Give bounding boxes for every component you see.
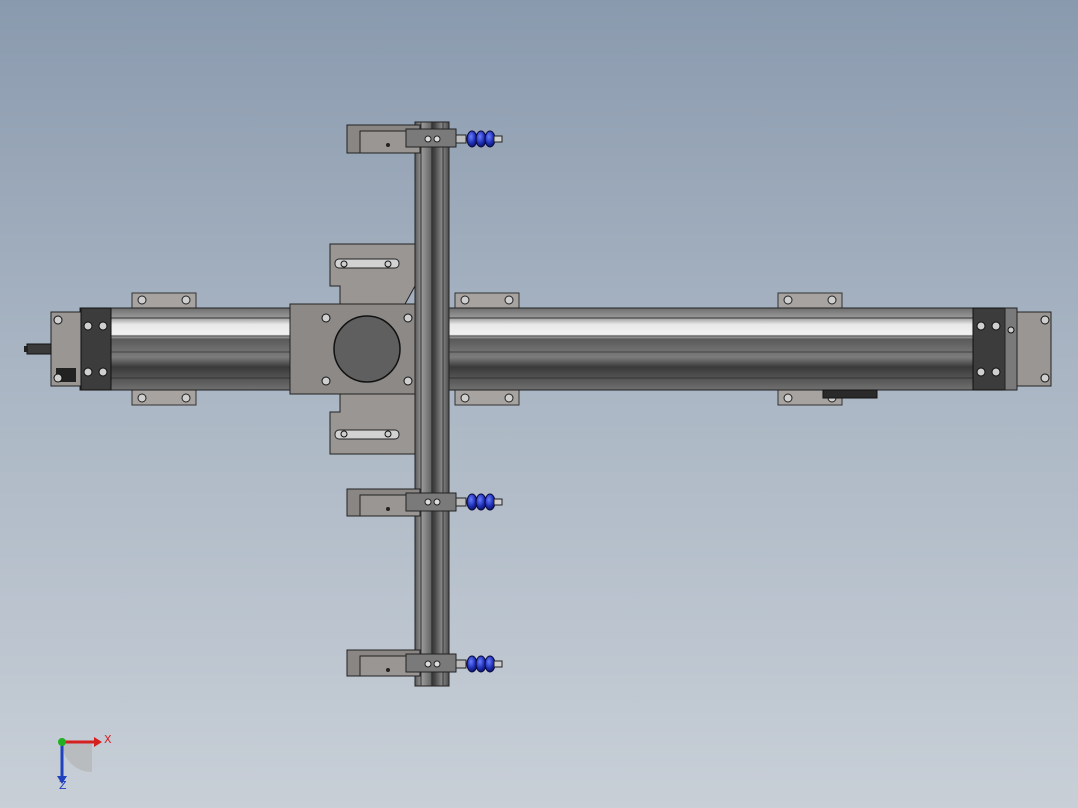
pneumatic-cylinder <box>466 655 503 673</box>
graphics-viewport[interactable]: X Z <box>0 0 1078 808</box>
pneumatic-cylinder <box>466 130 503 148</box>
y-axis-origin <box>58 738 66 746</box>
z-axis-label: Z <box>59 779 67 792</box>
pneumatic-cylinder <box>466 493 503 511</box>
x-axis-label: X <box>104 733 112 746</box>
left-end-cap <box>24 307 112 391</box>
right-end-cap <box>972 307 1052 391</box>
cad-model-view[interactable] <box>0 0 1078 808</box>
coordinate-triad <box>57 737 102 784</box>
carriage-plate[interactable] <box>289 243 416 455</box>
horizontal-linear-axis[interactable] <box>79 307 1016 399</box>
bracket-assembly-bottom[interactable] <box>346 649 503 677</box>
vertical-linear-axis[interactable] <box>414 121 450 687</box>
